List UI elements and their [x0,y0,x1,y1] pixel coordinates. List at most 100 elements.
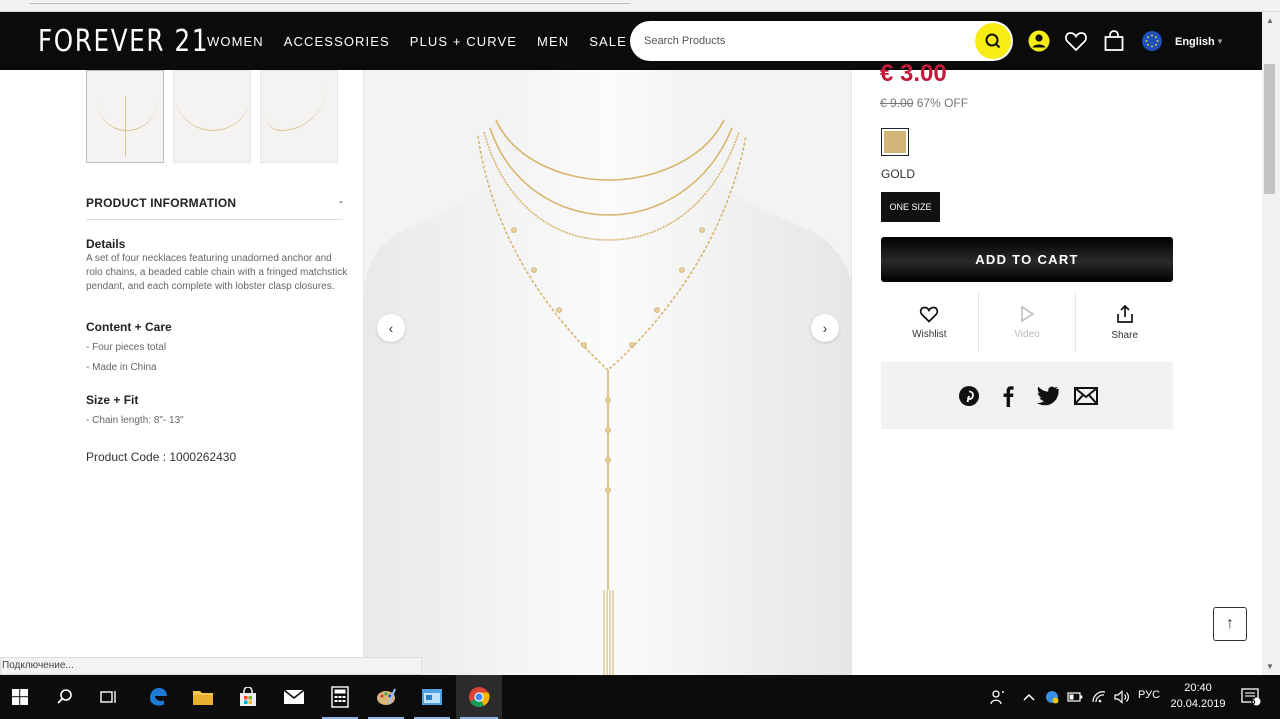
details-text: A set of four necklaces featuring unador… [86,253,348,292]
app-window-icon [422,689,442,705]
product-main-image[interactable]: ‹ › [363,70,852,675]
nav-men[interactable]: MEN [537,34,569,49]
arrow-up-icon: ↑ [1226,615,1234,632]
battery-icon [1067,692,1083,702]
video-label: Video [1014,328,1040,340]
add-to-cart-button[interactable]: ADD TO CART [881,237,1173,282]
chevron-down-icon[interactable]: ▼ [1216,37,1224,46]
nav-plus-curve[interactable]: PLUS + CURVE [410,34,517,49]
task-view-button[interactable] [88,675,130,719]
action-center-button[interactable]: 6 [1234,675,1268,719]
thumbnail-1[interactable] [86,70,164,163]
input-language[interactable]: РУС [1138,689,1160,701]
necklace-photo [364,70,851,675]
mail-icon [283,689,305,704]
selected-color-name: GOLD [881,167,916,181]
language-selector[interactable]: English [1175,36,1215,48]
speaker-icon [1114,690,1129,704]
taskbar-window-app[interactable] [410,675,454,719]
store-bag-icon [240,687,256,706]
scroll-up-arrow-icon[interactable]: ▲ [1266,16,1274,25]
search-input[interactable] [644,32,964,50]
wishlist-label: Wishlist [912,328,947,340]
cart-button[interactable] [1102,29,1126,53]
gallery-next-button[interactable]: › [811,314,839,342]
chevron-right-icon: › [822,320,828,336]
size-option-one-size[interactable]: ONE SIZE [881,192,940,222]
search-icon [985,33,1001,49]
taskbar-calculator[interactable] [318,675,362,719]
browser-status-bar: Подключение... [0,657,422,675]
tray-battery[interactable] [1064,675,1086,719]
content-care-label: Content + Care [86,320,172,334]
tray-people-button[interactable] [984,675,1012,719]
taskbar-store[interactable] [226,675,270,719]
nav-accessories[interactable]: ACCESSORIES [284,34,390,49]
wishlist-header-button[interactable] [1064,29,1088,53]
taskbar-clock[interactable]: 20:40 20.04.2019 [1168,680,1228,712]
taskbar-search-button[interactable] [44,675,86,719]
discount-label: 67% OFF [916,96,969,110]
network-app-icon [1046,691,1059,704]
social-share-bar [881,362,1173,429]
video-button[interactable]: Video [977,292,1076,352]
taskbar-file-explorer[interactable] [181,675,225,719]
windows-taskbar: РУС 20:40 20.04.2019 6 [0,675,1280,719]
search-icon [57,689,72,704]
thumbnail-2[interactable] [173,70,251,163]
calculator-icon [331,686,349,708]
clock-date: 20.04.2019 [1170,698,1226,710]
notification-count: 6 [1251,697,1256,706]
chevron-left-icon: ‹ [388,320,394,336]
back-to-top-button[interactable]: ↑ [1213,607,1247,641]
product-info-title: PRODUCT INFORMATION [86,196,237,210]
site-logo[interactable]: FOREVER 21 [38,24,209,59]
page-scrollbar[interactable]: ▲ ▼ [1262,12,1280,675]
product-code: Product Code : 1000262430 [86,450,237,464]
wishlist-button[interactable]: Wishlist [881,292,978,352]
email-icon[interactable] [1073,384,1098,408]
user-icon [1028,30,1050,52]
share-button[interactable]: Share [1075,292,1173,352]
share-icon [1116,304,1133,323]
swatch-fill [884,131,906,153]
product-info-header[interactable]: PRODUCT INFORMATION - [86,194,343,220]
tray-wifi[interactable] [1088,675,1110,719]
nav-sale[interactable]: SALE [589,34,627,49]
people-icon [990,690,1004,705]
edge-icon [150,688,167,706]
taskbar-paint-app[interactable] [364,675,408,719]
share-label: Share [1111,329,1139,341]
address-bar-fragment [30,0,630,4]
nav-women[interactable]: WOMEN [207,34,264,49]
scroll-down-arrow-icon[interactable]: ▼ [1266,662,1274,671]
windows-logo-icon [12,689,28,705]
pinterest-icon[interactable] [957,384,981,408]
twitter-icon[interactable] [1035,384,1059,408]
collapse-toggle[interactable]: - [339,194,343,208]
chrome-icon [469,687,490,708]
search-button[interactable] [975,23,1011,59]
color-swatch-gold[interactable] [881,128,909,156]
tray-overflow-button[interactable] [1018,675,1040,719]
taskbar-edge[interactable] [136,675,180,719]
clock-time: 20:40 [1184,682,1212,694]
shopping-bag-icon [1104,30,1124,51]
thumbnail-3[interactable] [260,70,338,163]
tray-app-icon[interactable] [1042,675,1062,719]
taskbar-chrome[interactable] [456,675,502,719]
facebook-icon[interactable] [996,384,1020,408]
chevron-up-icon [1023,693,1035,701]
start-button[interactable] [0,675,40,719]
eu-flag-icon[interactable] [1142,31,1162,51]
tray-volume[interactable] [1110,675,1134,719]
taskbar-mail[interactable] [272,675,316,719]
browser-tab-strip [0,0,1280,12]
folder-icon [193,691,213,705]
account-button[interactable] [1027,29,1051,53]
size-item-1: - Chain length: 8"- 13" [86,415,184,426]
wifi-icon [1092,691,1106,703]
search-bar [630,21,1013,61]
scrollbar-thumb[interactable] [1264,64,1275,194]
gallery-prev-button[interactable]: ‹ [377,314,405,342]
